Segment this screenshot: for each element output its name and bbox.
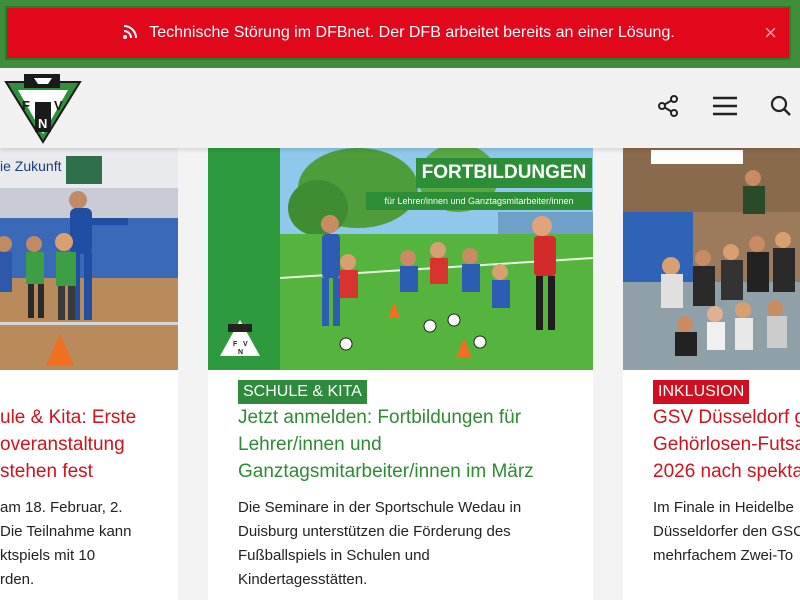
news-card[interactable]: ie Zukunft ule & Kita: Erste overanstalt… [0,148,178,600]
image-caption: ie Zukunft [0,158,62,174]
category-badge[interactable]: INKLUSION [653,380,750,404]
news-card-description: am 18. Februar, 2. Die Teilnahme kann kt… [0,496,131,592]
desc-line: Kindertagesstätten. [238,571,368,588]
news-card[interactable]: F V N FORTBILDUNGEN für Lehrer/innen und… [208,148,593,600]
desc-line: Die Seminare in der Sportschule Wedau in [238,499,522,516]
share-icon[interactable] [656,94,680,123]
site-logo[interactable]: F V N [4,72,82,144]
desc-line: rden. [0,571,35,588]
image-title: FORTBILDUNGEN [421,162,587,183]
news-carousel: ie Zukunft ule & Kita: Erste overanstalt… [0,148,800,600]
category-badge[interactable]: SCHULE & KITA [238,380,367,404]
menu-icon[interactable] [711,94,739,123]
logo-letter-n: N [38,116,47,131]
desc-line: mehrfachem Zwei-To [653,547,794,564]
logo-letter-f: F [233,341,238,348]
news-card-title[interactable]: GSV Düsseldorf g Gehörlosen-Futsa 2026 n… [653,404,800,485]
title-line: stehen fest [0,461,93,482]
news-card-description: Die Seminare in der Sportschule Wedau in… [238,496,521,592]
logo-letter-n: N [238,349,243,356]
logo-letter-v: V [243,341,248,348]
title-line: Jetzt anmelden: Fortbildungen für [238,407,522,428]
title-line: ule & Kita: Erste [0,407,137,428]
news-card-title[interactable]: Jetzt anmelden: Fortbildungen für Lehrer… [238,404,534,485]
desc-line: Duisburg unterstützen die Förderung des [238,523,511,540]
news-card-title[interactable]: ule & Kita: Erste overanstaltung stehen … [0,404,136,485]
news-card[interactable]: INKLUSION GSV Düsseldorf g Gehörlosen-Fu… [623,148,800,600]
news-card-image[interactable] [623,148,800,370]
title-line: overanstaltung [0,434,125,455]
rss-icon [121,21,141,46]
title-line: Lehrer/innen und [238,434,382,455]
desc-line: am 18. Februar, 2. [0,499,123,516]
desc-line: Düsseldorfer den GSC [653,523,800,540]
logo-letter-v: V [54,98,63,113]
title-line: 2026 nach spekta [653,461,800,482]
title-line: Ganztagsmitarbeiter/innen im März [238,461,534,482]
desc-line: Die Teilnahme kann [0,523,132,540]
title-line: Gehörlosen-Futsa [653,434,800,455]
news-card-description: Im Finale in Heidelbe Düsseldorfer den G… [653,496,800,568]
news-card-image[interactable]: ie Zukunft [0,148,178,370]
alert-message: Technische Störung im DFBnet. Der DFB ar… [149,24,675,41]
desc-line: Fußballspiels in Schulen und [238,547,430,564]
desc-line: ktspiels mit 10 [0,547,96,564]
desc-line: Im Finale in Heidelbe [653,499,794,516]
news-card-image[interactable]: F V N FORTBILDUNGEN für Lehrer/innen und… [208,148,593,370]
logo-letter-f: F [22,98,30,113]
alert-close-button[interactable]: × [764,22,777,44]
alert-banner: Technische Störung im DFBnet. Der DFB ar… [5,6,791,60]
image-subtitle: für Lehrer/innen und Ganztagsmitarbeiter… [384,196,574,206]
search-icon[interactable] [769,94,793,123]
title-line: GSV Düsseldorf g [653,407,800,428]
site-header: F V N [0,68,800,148]
